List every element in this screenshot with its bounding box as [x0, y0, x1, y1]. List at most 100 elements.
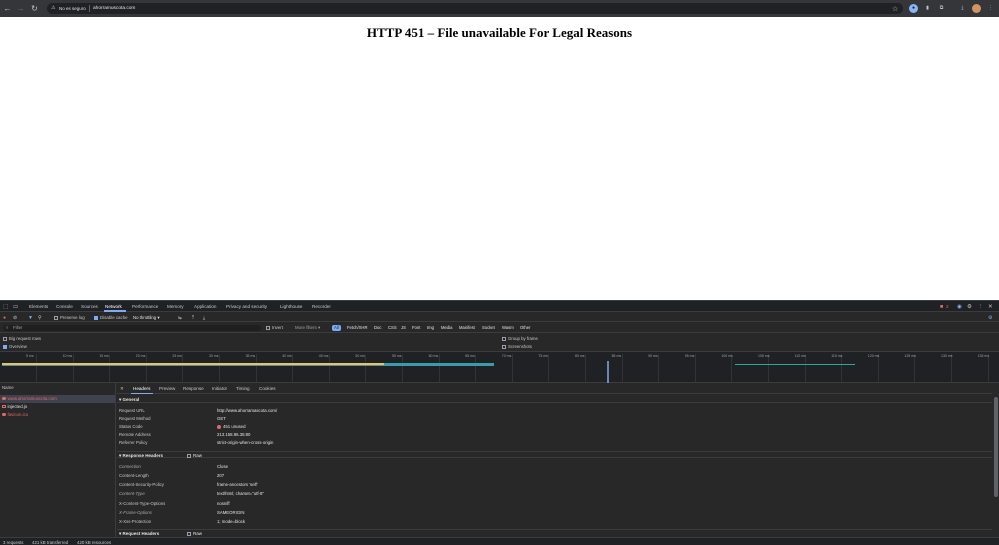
timeline-gridline — [694, 354, 696, 382]
divider — [89, 5, 90, 12]
record-icon[interactable]: ● — [3, 315, 6, 321]
url-text[interactable]: ahorramuscota.com — [93, 6, 135, 11]
screenshots-checkbox[interactable]: Screenshots — [502, 344, 532, 349]
import-har-icon[interactable]: ⤒ — [192, 315, 194, 320]
group-by-frame-label: Group by frame — [508, 336, 538, 341]
reload-icon[interactable]: ↻ — [30, 4, 39, 13]
timeline-tick-label: 100 ms — [721, 354, 733, 358]
general-section-header[interactable]: ▾ General — [117, 396, 992, 403]
tab-headers[interactable]: Headers — [133, 386, 150, 391]
details-scrollbar[interactable] — [994, 397, 998, 497]
request-raw-checkbox[interactable]: Raw — [187, 530, 202, 537]
tab-performance[interactable]: Performance — [132, 304, 158, 309]
tab-privacy[interactable]: Privacy and security — [226, 304, 267, 309]
tab-sources[interactable]: Sources — [81, 304, 98, 309]
forward-icon[interactable]: → — [16, 4, 25, 13]
request-row[interactable]: favicon.ico — [0, 411, 115, 419]
disable-cache-label: Disable cache — [100, 315, 128, 320]
more-filters-dropdown[interactable]: More filters ▾ — [295, 325, 320, 331]
throttling-select[interactable]: No throttling ▾ — [133, 315, 175, 321]
chip-media[interactable]: Media — [439, 325, 454, 331]
security-label[interactable]: No es seguro — [59, 6, 86, 11]
response-headers-section-header[interactable]: ▾ Response Headers Raw — [117, 451, 992, 458]
device-toggle-icon[interactable]: ▭ — [13, 304, 18, 310]
issues-count[interactable]: 2 — [946, 304, 949, 309]
request-list: Name www.ahorramuscota.com injected.js f… — [0, 383, 116, 537]
tab-response[interactable]: Response — [183, 386, 204, 391]
clear-icon[interactable]: ⊘ — [13, 315, 17, 321]
group-by-frame-checkbox[interactable]: Group by frame — [502, 336, 538, 341]
menu-icon[interactable]: ⋮ — [986, 4, 995, 13]
gear-icon[interactable]: ⚙ — [967, 304, 972, 310]
close-details-icon[interactable]: ✕ — [120, 386, 124, 392]
response-raw-checkbox[interactable]: Raw — [187, 452, 202, 459]
chip-wasm[interactable]: Wasm — [500, 325, 516, 331]
chip-manifest[interactable]: Manifest — [457, 325, 477, 331]
invert-label: Invert — [272, 325, 283, 330]
overview-checkbox[interactable]: Overview — [3, 344, 27, 349]
tab-network[interactable]: Network — [105, 304, 122, 309]
tab-cookies[interactable]: Cookies — [259, 386, 276, 391]
back-icon[interactable]: ← — [3, 4, 12, 13]
request-headers-section-header[interactable]: ▾ Request Headers Raw — [117, 529, 992, 536]
network-overview-timeline[interactable]: 5 ms 10 ms 15 ms 20 ms 25 ms 30 ms 35 ms 40 ms 4… — [0, 352, 999, 383]
raw-label: Raw — [193, 531, 203, 536]
tab-elements[interactable]: Elements — [29, 304, 48, 309]
raw-label: Raw — [193, 453, 203, 458]
timeline-tick-label: 5 ms — [26, 354, 34, 358]
header-value: nosniff — [217, 501, 230, 506]
timeline-marker[interactable] — [607, 361, 609, 383]
chip-all[interactable]: All — [332, 325, 341, 331]
preserve-log-checkbox[interactable]: Preserve log — [54, 315, 85, 320]
search-icon[interactable]: ⚲ — [38, 315, 42, 321]
request-row[interactable]: injected.js — [0, 403, 115, 411]
chip-socket[interactable]: Socket — [480, 325, 497, 331]
download-icon[interactable]: ⤓ — [958, 4, 967, 13]
chip-font[interactable]: Font — [410, 325, 422, 331]
chip-doc[interactable]: Doc — [372, 325, 383, 331]
chip-js[interactable]: JS — [399, 325, 408, 331]
filter-icon[interactable]: ▼ — [28, 315, 33, 321]
error-icon — [2, 396, 6, 400]
inspect-icon[interactable]: ⬚ — [3, 304, 8, 310]
disable-cache-checkbox[interactable]: Disable cache — [94, 315, 128, 320]
timeline-gridline — [365, 354, 367, 382]
address-bar[interactable]: ⚠ No es seguro ahorramuscota.com ☆ — [47, 3, 903, 14]
tab-preview[interactable]: Preview — [159, 386, 175, 391]
extensions-puzzle-icon[interactable]: ⧉ — [937, 4, 946, 13]
timeline-gridline — [658, 354, 660, 382]
ai-assist-icon[interactable]: ◉ — [957, 304, 962, 310]
warning-icon[interactable]: ⚠ — [51, 5, 55, 11]
header-key: X-Frame-Options — [119, 510, 152, 515]
tab-console[interactable]: Console — [56, 304, 73, 309]
filter-input[interactable]: ▿ Filter — [3, 325, 261, 331]
chip-img[interactable]: Img — [425, 325, 436, 331]
avatar[interactable] — [972, 4, 981, 13]
big-rows-label: Big request rows — [9, 336, 42, 341]
network-settings-icon[interactable]: ⚙ — [988, 315, 992, 321]
network-conditions-icon[interactable]: ⇋ — [178, 315, 182, 321]
timeline-tick-label: 35 ms — [245, 354, 256, 358]
chip-other[interactable]: Other — [518, 325, 532, 331]
chip-css[interactable]: CSS — [386, 325, 399, 331]
more-options-icon[interactable]: ⋮ — [978, 304, 984, 310]
bookmark-star-icon[interactable]: ☆ — [892, 5, 898, 13]
export-har-icon[interactable]: ⤓ — [203, 315, 205, 320]
request-row[interactable]: www.ahorramuscota.com — [0, 395, 115, 403]
tab-memory[interactable]: Memory — [167, 304, 184, 309]
issues-icon[interactable]: ■ — [940, 304, 943, 310]
chip-fetch-xhr[interactable]: Fetch/XHR — [345, 325, 369, 331]
invert-checkbox[interactable]: Invert — [266, 325, 283, 330]
name-column-header[interactable]: Name — [0, 385, 14, 390]
tab-application[interactable]: Application — [194, 304, 216, 309]
timeline-tick-label: 20 ms — [135, 354, 146, 358]
tab-timing[interactable]: Timing — [236, 386, 250, 391]
tab-recorder[interactable]: Recorder — [312, 304, 331, 309]
tab-initiator[interactable]: Initiator — [212, 386, 227, 391]
request-name: injected.js — [7, 404, 28, 409]
extension-1-icon[interactable]: ● — [909, 4, 918, 13]
tab-lighthouse[interactable]: Lighthouse — [280, 304, 302, 309]
big-rows-checkbox[interactable]: Big request rows — [3, 336, 41, 341]
close-icon[interactable]: ✕ — [988, 304, 993, 310]
extension-2-icon[interactable]: ▮ — [923, 4, 932, 13]
